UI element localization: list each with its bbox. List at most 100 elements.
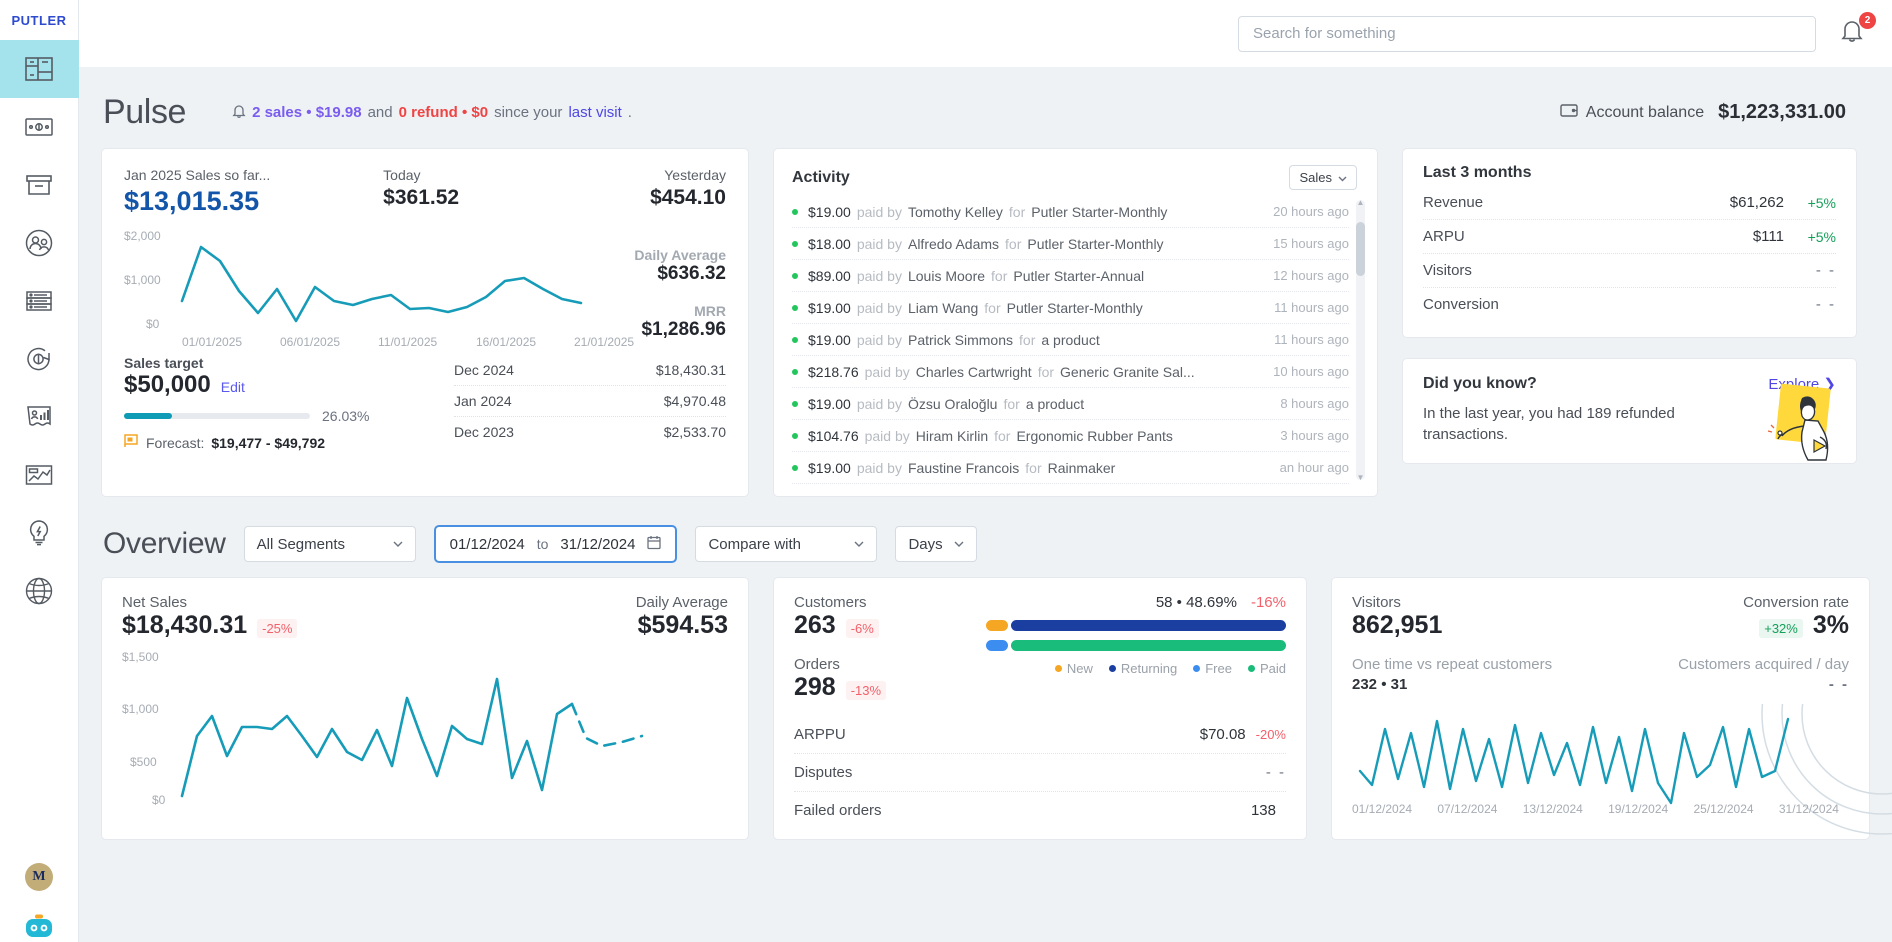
visitors-stat: Visitors 862,951: [1352, 594, 1442, 640]
activity-list[interactable]: $19.00 paid by Tomothy Kelley for Putler Sta…: [792, 196, 1367, 484]
net-sales-stat: Net Sales $18,430.31 -25%: [122, 594, 297, 640]
activity-time: 11 hours ago: [1264, 332, 1349, 347]
progress-percent: 26.03%: [322, 408, 369, 424]
activity-product[interactable]: Putler Starter-Annual: [1013, 268, 1144, 284]
sidebar-item-dashboard[interactable]: [0, 40, 79, 98]
activity-customer[interactable]: Patrick Simmons: [908, 332, 1013, 348]
y-label-1: $1,000: [124, 273, 161, 287]
activity-product[interactable]: Putler Starter-Monthly: [1027, 236, 1163, 252]
sidebar-item-sales[interactable]: [0, 98, 79, 156]
activity-customer[interactable]: Liam Wang: [908, 300, 978, 316]
table-row: ARPPU$70.08-20%: [794, 716, 1286, 754]
overview-cards-row: Net Sales $18,430.31 -25% Daily Average …: [79, 577, 1892, 840]
activity-product[interactable]: a product: [1026, 396, 1084, 412]
table-row: Failed orders138: [794, 792, 1286, 829]
activity-item[interactable]: $218.76paid byCharles CartwrightforGener…: [792, 356, 1349, 388]
segment-select[interactable]: All Segments: [244, 526, 416, 562]
activity-item[interactable]: $19.00paid byLiam WangforPutler Starter-…: [792, 292, 1349, 324]
sidebar-item-audience[interactable]: [0, 214, 79, 272]
sidebar-item-insights[interactable]: [0, 504, 79, 562]
legend-item: Paid: [1248, 661, 1286, 676]
metric-label: Failed orders: [794, 802, 882, 819]
activity-for: for: [1038, 364, 1054, 380]
activity-customer[interactable]: Charles Cartwright: [916, 364, 1032, 380]
activity-item[interactable]: $18.00paid byAlfredo AdamsforPutler Star…: [792, 228, 1349, 260]
compare-select[interactable]: Compare with: [695, 526, 877, 562]
net-sales-chart: $1,500 $1,000 $500 $0: [122, 650, 728, 800]
search-box[interactable]: [1238, 16, 1816, 52]
ns-y-1: $1,000: [122, 702, 159, 716]
activity-product[interactable]: Rainmaker: [1048, 460, 1116, 476]
activity-product[interactable]: Ergonomic Rubber Pants: [1016, 428, 1172, 444]
activity-product[interactable]: Putler Starter-Monthly: [1007, 300, 1143, 316]
sidebar-item-reports[interactable]: [0, 388, 79, 446]
activity-customer[interactable]: Tomothy Kelley: [908, 204, 1003, 220]
topbar: 2: [79, 0, 1892, 67]
activity-customer[interactable]: Hiram Kirlin: [916, 428, 988, 444]
legend-item: New: [1055, 661, 1093, 676]
activity-item[interactable]: $19.00paid byÖzsu Oraloğlufora product8 …: [792, 388, 1349, 420]
search-input[interactable]: [1253, 25, 1801, 42]
avatar[interactable]: M: [25, 863, 53, 891]
activity-filter-dropdown[interactable]: Sales: [1289, 165, 1357, 190]
activity-customer[interactable]: Faustine Francois: [908, 460, 1019, 476]
activity-product[interactable]: Putler Starter-Monthly: [1031, 204, 1167, 220]
scroll-up-icon[interactable]: ▲: [1356, 198, 1365, 207]
chat-bot-icon[interactable]: [22, 913, 56, 942]
brand-logo[interactable]: PUTLER: [0, 0, 78, 40]
status-dot: [792, 465, 798, 471]
activity-customer[interactable]: Özsu Oraloğlu: [908, 396, 997, 412]
people-icon: [25, 229, 53, 257]
visitors-subrow: One time vs repeat customers 232 • 31 Cu…: [1352, 656, 1849, 693]
activity-amount: $19.00: [808, 204, 851, 220]
activity-customer[interactable]: Louis Moore: [908, 268, 985, 284]
free-vs-paid-bar: [986, 640, 1286, 651]
sidebar-item-products[interactable]: [0, 156, 79, 214]
calendar-icon[interactable]: [647, 535, 661, 554]
activity-item[interactable]: $104.76paid byHiram KirlinforErgonomic R…: [792, 420, 1349, 452]
activity-item[interactable]: $19.00paid byTomothy KelleyforPutler Sta…: [792, 196, 1349, 228]
activity-item[interactable]: $89.00paid byLouis MooreforPutler Starte…: [792, 260, 1349, 292]
activity-paid-by: paid by: [865, 364, 910, 380]
last-visit-link[interactable]: last visit: [568, 104, 621, 121]
repeat-customers-stat: One time vs repeat customers 232 • 31: [1352, 656, 1552, 693]
granularity-select[interactable]: Days: [895, 526, 977, 562]
activity-header: Activity Sales: [792, 165, 1367, 190]
sidebar-item-web-analytics[interactable]: [0, 562, 79, 620]
edit-target-button[interactable]: Edit: [221, 379, 245, 395]
net-sales-daily-avg-label: Daily Average: [636, 594, 728, 611]
activity-item[interactable]: $19.00paid byPatrick Simmonsfora product…: [792, 324, 1349, 356]
x-label-1: 06/01/2025: [280, 335, 378, 349]
date-range-picker[interactable]: 01/12/2024 to 31/12/2024: [434, 525, 678, 563]
sidebar-item-transactions[interactable]: [0, 272, 79, 330]
activity-amount: $19.00: [808, 300, 851, 316]
metric-label: ARPPU: [794, 726, 846, 743]
ns-y-0: $1,500: [122, 650, 159, 664]
app-root: PUTLER: [0, 0, 1892, 942]
metric-label: Visitors: [1423, 262, 1472, 279]
sidebar-item-subscriptions[interactable]: [0, 330, 79, 388]
activity-product[interactable]: a product: [1041, 332, 1099, 348]
activity-customer[interactable]: Alfredo Adams: [908, 236, 999, 252]
activity-product[interactable]: Generic Granite Sal...: [1060, 364, 1195, 380]
activity-time: 12 hours ago: [1263, 268, 1349, 283]
sidebar-item-analytics[interactable]: [0, 446, 79, 504]
table-row: Dec 2024 $18,430.31: [454, 355, 726, 386]
progress-fill: [124, 413, 172, 419]
chevron-down-icon: [393, 538, 403, 550]
notifications-button[interactable]: 2: [1840, 18, 1870, 50]
sales-target-label: Sales target: [124, 355, 454, 371]
month-value-0: $18,430.31: [656, 362, 726, 378]
activity-item[interactable]: $19.00paid byFaustine FrancoisforRainmak…: [792, 452, 1349, 484]
scroll-down-icon[interactable]: ▼: [1356, 473, 1365, 482]
dollar-refresh-icon: [25, 345, 53, 373]
bell-icon: [1840, 31, 1864, 48]
wallet-icon: [1560, 102, 1578, 123]
bar-free: [986, 640, 1008, 651]
bars-delta: -16%: [1251, 594, 1286, 611]
scroll-thumb[interactable]: [1356, 222, 1365, 276]
compare-label: Compare with: [708, 536, 801, 553]
activity-scrollbar[interactable]: ▲ ▼: [1356, 200, 1365, 480]
sales-side-stats: Daily Average $636.32 MRR $1,286.96: [634, 247, 726, 359]
activity-paid-by: paid by: [857, 460, 902, 476]
